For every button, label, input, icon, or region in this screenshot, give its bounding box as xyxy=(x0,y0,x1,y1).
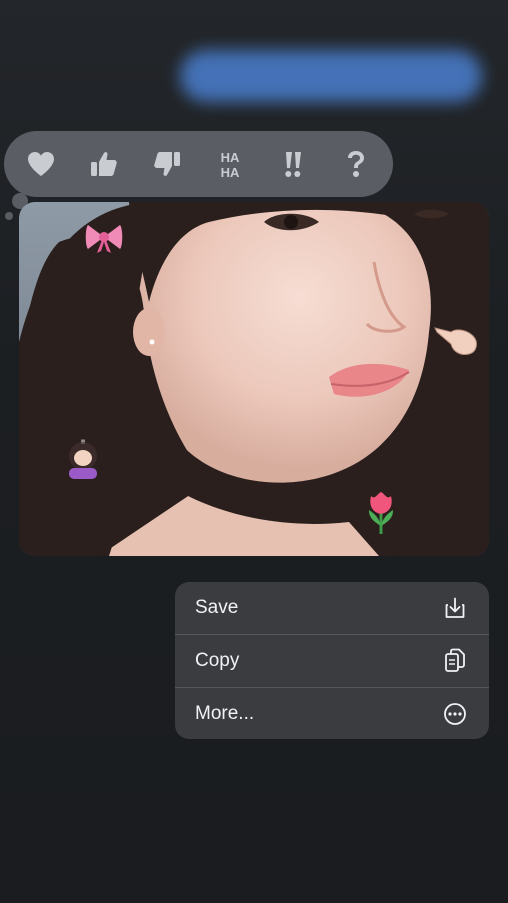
haha-icon: HA HA xyxy=(221,150,240,180)
context-menu: Save Copy More... xyxy=(175,582,489,739)
heart-icon xyxy=(28,152,55,176)
portrait-photo xyxy=(19,202,489,556)
tapback-question[interactable] xyxy=(330,138,382,190)
question-icon xyxy=(347,151,364,177)
exclamation-icon xyxy=(285,152,301,177)
menu-item-more[interactable]: More... xyxy=(175,688,489,739)
tapback-heart[interactable] xyxy=(15,138,67,190)
tapback-bar: HA HA xyxy=(4,131,393,197)
thumbs-down-icon xyxy=(154,152,181,176)
tulip-icon xyxy=(369,492,393,534)
svg-text:HA: HA xyxy=(221,150,240,165)
menu-item-label: More... xyxy=(195,703,255,724)
svg-text:HA: HA xyxy=(221,165,240,180)
menu-item-copy[interactable]: Copy xyxy=(175,635,489,687)
photo-message[interactable]: ᵎᵎᵎᵎ xyxy=(19,202,489,556)
thumbs-up-icon xyxy=(91,152,117,176)
copy-icon xyxy=(443,648,467,673)
tapback-thumbs-down[interactable] xyxy=(141,138,193,190)
svg-text:ᵎᵎᵎᵎ: ᵎᵎᵎᵎ xyxy=(81,439,85,446)
bow-icon xyxy=(85,225,123,253)
blurred-message-bubble xyxy=(180,50,482,102)
tapback-haha[interactable]: HA HA xyxy=(204,138,256,190)
tapback-exclamation[interactable] xyxy=(267,138,319,190)
menu-item-save[interactable]: Save xyxy=(175,582,489,634)
girl-emoji-icon: ᵎᵎᵎᵎ xyxy=(69,439,97,479)
menu-item-label: Save xyxy=(195,597,239,618)
menu-item-label: Copy xyxy=(195,650,240,671)
tapback-thumbs-up[interactable] xyxy=(78,138,130,190)
more-ellipsis-icon xyxy=(443,702,467,726)
save-download-icon xyxy=(443,596,467,620)
tapback-tail-dot-small xyxy=(5,212,13,220)
pointing-hand-icon xyxy=(434,327,477,355)
